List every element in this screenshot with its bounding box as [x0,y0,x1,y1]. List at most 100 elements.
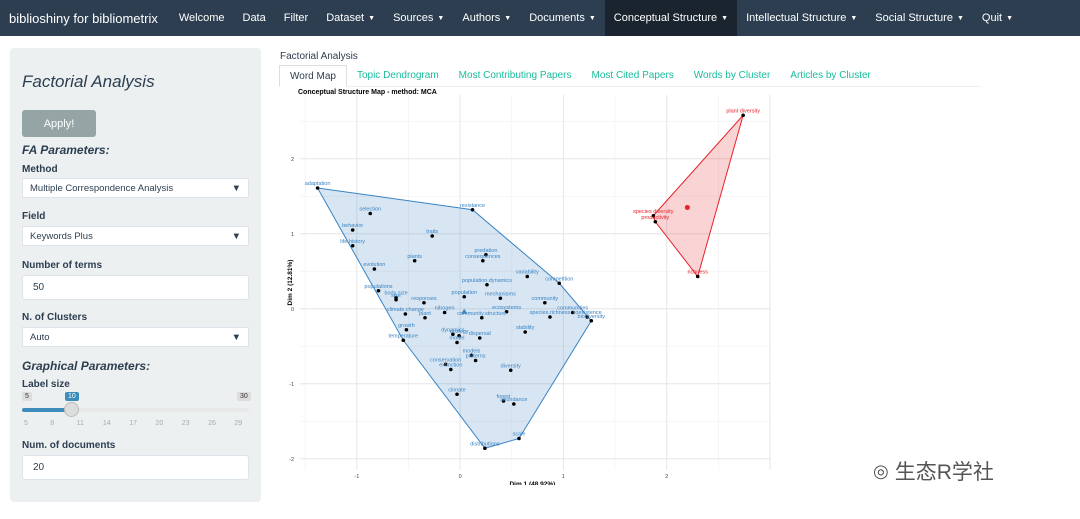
brand[interactable]: biblioshiny for bibliometrix [0,11,170,26]
chart-title: Conceptual Structure Map - method: MCA [298,89,437,96]
nav-welcome[interactable]: Welcome [170,0,234,36]
slider-tick-label: 14 [102,420,111,427]
point-label: growth [398,323,415,329]
slider-handle[interactable] [64,402,79,417]
fa-parameters-heading: FA Parameters: [22,143,110,157]
caret-down-icon: ▼ [437,14,445,22]
label-size-slider[interactable] [22,402,249,417]
nav-dataset[interactable]: Dataset ▼ [317,0,384,36]
point-label: extinction [439,363,462,369]
nav-documents[interactable]: Documents ▼ [520,0,605,36]
caret-down-icon: ▼ [368,14,376,22]
point-label: plants [407,254,422,260]
point-label: size [391,293,401,299]
slider-tick-label: 29 [234,420,243,427]
point-label: populations [364,284,392,290]
point-label: climate [448,387,465,393]
point-label: biodiversity [578,314,606,320]
point-label: life history [340,239,365,245]
point-label: responses [411,296,437,302]
watermark: ◎ 生态R学社 [873,456,994,486]
nav-quit[interactable]: Quit ▼ [973,0,1022,36]
apply-button[interactable]: Apply! [22,110,96,137]
clusters-label: N. of Clusters [22,312,88,323]
point-label: population [452,290,477,296]
caret-down-icon: ▼ [1006,14,1014,22]
point-label: richness [687,270,708,276]
point-label: ecology [450,329,469,335]
y-tick-label: 2 [291,157,294,163]
tab-words-by-cluster[interactable]: Words by Cluster [684,65,781,87]
method-label: Method [22,164,58,175]
nav-authors[interactable]: Authors ▼ [453,0,520,36]
nav-label: Conceptual Structure [613,12,718,24]
nav-social-structure[interactable]: Social Structure ▼ [866,0,973,36]
docs-input[interactable]: 20 [22,455,249,480]
y-tick-label: 0 [291,307,294,313]
point-label: variability [516,270,539,276]
slider-value: 10 [65,392,79,401]
terms-input[interactable]: 50 [22,275,249,300]
tab-topic-dendrogram[interactable]: Topic Dendrogram [347,65,449,87]
caret-down-icon: ▼ [850,14,858,22]
point-label: mechanisms [485,291,516,297]
x-tick-label: 1 [562,474,565,480]
tab-most-contributing-papers[interactable]: Most Contributing Papers [449,65,582,87]
sidebar: Factorial Analysis Apply! FA Parameters:… [10,48,261,502]
method-select[interactable]: Multiple Correspondence Analysis ▼ [22,178,249,198]
nav-label: Sources [393,12,434,24]
point-label: nitrogen [435,306,455,312]
sidebar-title: Factorial Analysis [22,72,155,91]
method-value: Multiple Correspondence Analysis [30,183,174,194]
point-label: patterns [466,354,486,360]
point-label: model [450,336,465,342]
nav-label: Authors [462,12,501,24]
tab-word-map[interactable]: Word Map [279,65,347,87]
conceptual-structure-map: Conceptual Structure Map - method: MCA -1… [287,89,771,485]
x-tick-label: 2 [665,474,668,480]
point-label: competition [545,276,573,282]
point-label: plant [419,311,431,317]
point-label: traits [426,229,438,235]
point-label: scale [513,432,526,438]
wechat-icon: ◎ [873,460,889,481]
caret-down-icon: ▼ [956,14,964,22]
point-label: community [532,296,559,302]
tab-most-cited-papers[interactable]: Most Cited Papers [582,65,684,87]
tab-articles-by-cluster[interactable]: Articles by Cluster [780,65,881,87]
slider-tick-label: 11 [76,420,84,427]
clusters-select[interactable]: Auto ▼ [22,327,249,347]
slider-tick-label: 23 [181,420,190,427]
nav-data[interactable]: Data [234,0,275,36]
nav-label: Intellectual Structure [746,12,847,24]
field-label: Field [22,211,46,222]
point-label: consequences [465,254,501,260]
nav-conceptual-structure[interactable]: Conceptual Structure ▼ [604,0,738,36]
field-select[interactable]: Keywords Plus ▼ [22,226,249,246]
slider-tick-label: 20 [155,420,164,427]
slider-min: 5 [22,392,32,401]
point-label: behavior [342,223,363,229]
nav-filter[interactable]: Filter [275,0,317,36]
point-label: adaptation [305,181,331,187]
y-axis-label: Dim 2 (12.81%) [287,260,294,306]
slider-tick-label: 26 [208,420,216,427]
cluster-centroid [684,205,690,210]
chevron-down-icon: ▼ [231,332,241,343]
point-label: plant diversity [726,108,760,114]
point-label: distributions [470,441,500,447]
point-label: stability [516,325,535,331]
point-label: dispersal [469,331,491,337]
point-label: species.richness [530,310,571,316]
nav-intellectual-structure[interactable]: Intellectual Structure ▼ [737,0,866,36]
nav-label: Data [242,12,266,24]
main-title: Factorial Analysis [280,51,358,62]
watermark-text: 生态R学社 [894,461,994,484]
nav-label: Documents [529,12,585,24]
x-axis-label: Dim 1 (48.92%) [509,481,555,485]
caret-down-icon: ▼ [504,14,512,22]
caret-down-icon: ▼ [721,14,729,22]
nav-label: Social Structure [875,12,953,24]
slider-tick-label: 5 [24,420,28,427]
nav-sources[interactable]: Sources ▼ [384,0,453,36]
